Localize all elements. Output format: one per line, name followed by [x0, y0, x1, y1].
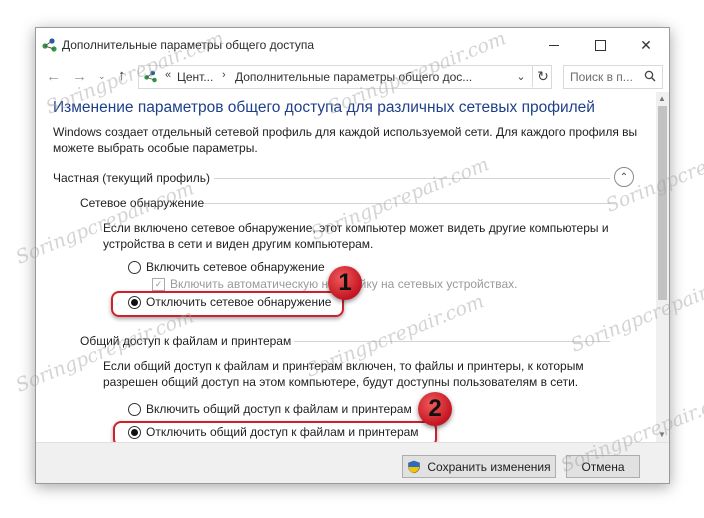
file-sharing-off-radio[interactable]: Отключить общий доступ к файлам и принте…	[128, 425, 419, 439]
file-sharing-on-radio[interactable]: Включить общий доступ к файлам и принтер…	[128, 402, 412, 416]
settings-content: Изменение параметров общего доступа для …	[36, 92, 656, 442]
network-discovery-on-radio[interactable]: Включить сетевое обнаружение	[128, 260, 325, 274]
section-divider	[294, 341, 610, 342]
back-button[interactable]: ←	[46, 68, 61, 85]
scroll-down-icon[interactable]: ▼	[658, 430, 666, 439]
search-icon	[644, 70, 656, 82]
file-printer-sharing-title: Общий доступ к файлам и принтерам	[80, 334, 292, 348]
network-icon	[144, 70, 158, 83]
up-button[interactable]: ↑	[118, 67, 126, 84]
breadcrumb-current[interactable]: Дополнительные параметры общего дос...	[235, 70, 472, 84]
section-divider	[204, 203, 610, 204]
advanced-sharing-window: Дополнительные параметры общего доступа …	[35, 27, 670, 484]
network-discovery-title: Сетевое обнаружение	[80, 196, 205, 210]
uac-shield-icon	[407, 460, 421, 474]
window-title: Дополнительные параметры общего доступа	[62, 38, 315, 52]
refresh-button[interactable]: ↻	[532, 65, 553, 87]
step-badge-2: 2	[418, 392, 452, 426]
radio-label: Включить общий доступ к файлам и принтер…	[146, 402, 412, 416]
close-icon: ✕	[640, 36, 652, 53]
breadcrumb-separator-icon[interactable]: ›	[222, 69, 226, 81]
radio-selected-icon	[128, 425, 141, 439]
profile-private-label: Частная (текущий профиль)	[53, 171, 211, 185]
save-button-label: Сохранить изменения	[427, 459, 551, 474]
scroll-up-icon[interactable]: ▲	[658, 94, 666, 103]
step-badge-1: 1	[328, 266, 362, 300]
dialog-footer: Сохранить изменения Отмена	[36, 442, 669, 483]
radio-selected-icon	[128, 295, 141, 309]
address-bar[interactable]: « Цент... › Дополнительные параметры общ…	[138, 65, 552, 89]
section-divider	[214, 178, 610, 179]
breadcrumb-overflow-icon[interactable]: «	[165, 69, 171, 81]
recent-locations-chevron-icon[interactable]: ⌄	[98, 71, 106, 82]
page-title: Изменение параметров общего доступа для …	[53, 99, 595, 116]
network-discovery-description: Если включено сетевое обнаружение, этот …	[103, 221, 609, 251]
radio-label: Отключить общий доступ к файлам и принте…	[146, 425, 419, 439]
title-bar[interactable]: Дополнительные параметры общего доступа …	[36, 28, 669, 62]
vertical-scrollbar[interactable]: ▲ ▼	[656, 92, 669, 442]
address-dropdown-icon[interactable]: ⌄	[511, 65, 531, 87]
network-discovery-off-radio[interactable]: Отключить сетевое обнаружение	[128, 295, 331, 309]
radio-icon	[128, 260, 141, 274]
cancel-button[interactable]: Отмена	[566, 455, 640, 478]
radio-label: Отключить сетевое обнаружение	[146, 295, 332, 309]
file-printer-sharing-description: Если общий доступ к файлам и принтерам в…	[103, 359, 584, 389]
scrollbar-thumb[interactable]	[658, 106, 667, 300]
close-button[interactable]: ✕	[623, 28, 669, 62]
maximize-icon	[594, 39, 606, 51]
minimize-button[interactable]	[531, 28, 577, 62]
maximize-button[interactable]	[577, 28, 623, 62]
search-input[interactable]: Поиск в п...	[563, 65, 663, 89]
radio-icon	[128, 402, 141, 416]
checkbox-checked-icon: ✓	[152, 277, 165, 291]
network-icon	[42, 38, 58, 52]
search-placeholder: Поиск в п...	[570, 70, 633, 84]
minimize-icon	[549, 44, 559, 46]
save-changes-button[interactable]: Сохранить изменения	[402, 455, 556, 478]
intro-text: Windows создает отдельный сетевой профил…	[53, 125, 638, 155]
forward-button[interactable]: →	[72, 68, 87, 85]
collapse-chevron-icon[interactable]: ⌃	[614, 167, 634, 187]
breadcrumb-network-center[interactable]: Цент...	[177, 70, 213, 84]
radio-label: Включить сетевое обнаружение	[146, 260, 325, 274]
